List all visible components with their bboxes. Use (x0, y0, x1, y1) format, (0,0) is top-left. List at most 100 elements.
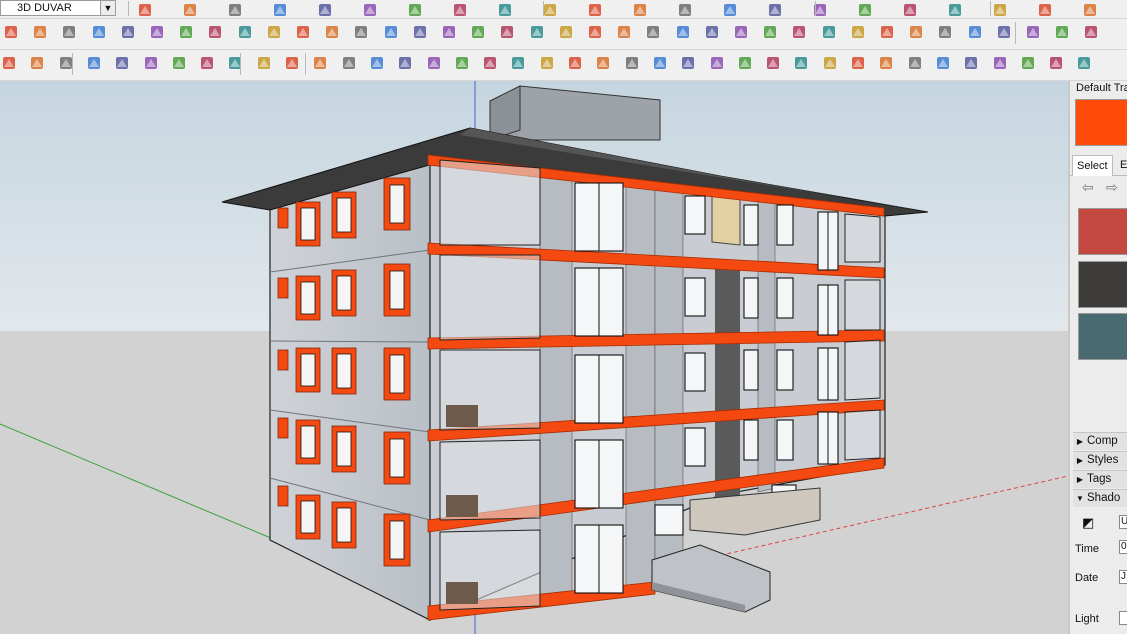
cross-icon[interactable] (323, 23, 341, 41)
move-icon[interactable] (406, 1, 424, 16)
target-icon[interactable] (586, 23, 604, 41)
info-icon[interactable] (283, 54, 301, 72)
tube-icon[interactable] (236, 23, 254, 41)
cup-icon[interactable] (615, 23, 633, 41)
tray-tags[interactable]: ▶ Tags (1073, 470, 1127, 488)
zoom-extents-icon[interactable] (766, 1, 784, 16)
arc-icon[interactable] (271, 1, 289, 16)
stamp-icon[interactable] (732, 23, 750, 41)
plus-circle-icon[interactable] (85, 54, 103, 72)
profile-icon[interactable] (1019, 54, 1037, 72)
redo-icon[interactable] (528, 23, 546, 41)
rectangle-icon[interactable] (316, 1, 334, 16)
stair-icon[interactable] (265, 23, 283, 41)
tab-select[interactable]: Select (1072, 155, 1113, 176)
export-icon[interactable] (1082, 23, 1100, 41)
spiral-icon[interactable] (481, 54, 499, 72)
fill-icon[interactable] (60, 23, 78, 41)
tile-icon[interactable] (849, 23, 867, 41)
rotate-arc-icon[interactable] (119, 23, 137, 41)
bezier-icon[interactable] (340, 54, 358, 72)
time-field[interactable]: 06 (1119, 540, 1127, 554)
paint-icon[interactable] (90, 23, 108, 41)
surface-icon[interactable] (2, 23, 20, 41)
scatter-icon[interactable] (878, 23, 896, 41)
grid-icon[interactable] (820, 23, 838, 41)
arc-tool-icon[interactable] (566, 54, 584, 72)
sandbox-icon[interactable] (856, 1, 874, 16)
tray-shadows[interactable]: ▼ Shado (1073, 489, 1127, 507)
home-view-icon[interactable] (1036, 1, 1054, 16)
rail-icon[interactable] (1047, 54, 1065, 72)
move-cross-icon[interactable] (352, 23, 370, 41)
layers-icon[interactable] (1081, 1, 1099, 16)
tray-components[interactable]: ▶ Comp (1073, 432, 1127, 450)
paint-bucket-icon[interactable] (361, 1, 379, 16)
wedge-icon[interactable] (708, 54, 726, 72)
solid-icon[interactable] (509, 54, 527, 72)
extrude-icon[interactable] (991, 54, 1009, 72)
model-viewport[interactable] (0, 81, 1068, 634)
forward-arrow-icon[interactable]: ⇨ (1106, 179, 1118, 196)
diagonal-icon[interactable] (934, 54, 952, 72)
back-arrow-icon[interactable]: ⇦ (1082, 179, 1094, 196)
hand-icon[interactable] (821, 54, 839, 72)
box-icon[interactable] (148, 23, 166, 41)
table-icon[interactable] (177, 23, 195, 41)
line-angle-icon[interactable] (594, 54, 612, 72)
material-red-tile[interactable] (1078, 208, 1127, 255)
pillar-icon[interactable] (736, 54, 754, 72)
sandbox-fill-icon[interactable] (0, 54, 18, 72)
shadow-icon[interactable] (901, 1, 919, 16)
paint-drop-icon[interactable] (498, 23, 516, 41)
cloud-icon[interactable] (198, 54, 216, 72)
brick-icon[interactable] (790, 23, 808, 41)
hatch-icon[interactable] (1075, 54, 1093, 72)
line-icon[interactable] (623, 54, 641, 72)
fill-tool-icon[interactable] (368, 54, 386, 72)
shadow-toggle-icon[interactable]: ◩ (1082, 515, 1094, 531)
group-icon[interactable] (1024, 23, 1042, 41)
scale-icon[interactable] (496, 1, 514, 16)
pattern-icon[interactable] (761, 23, 779, 41)
terrain-icon[interactable] (142, 54, 160, 72)
refresh-icon[interactable] (28, 54, 46, 72)
pencil-icon[interactable] (226, 1, 244, 16)
selected-material-swatch[interactable] (1075, 99, 1127, 146)
pan-icon[interactable] (676, 1, 694, 16)
rotate-icon[interactable] (451, 1, 469, 16)
furniture-icon[interactable] (206, 23, 224, 41)
frog-icon[interactable] (674, 23, 692, 41)
triangle-icon[interactable] (411, 23, 429, 41)
tray-styles[interactable]: ▶ Styles (1073, 451, 1127, 469)
material-stone[interactable] (1078, 313, 1127, 360)
leaf-icon[interactable] (849, 54, 867, 72)
curve-icon[interactable] (294, 23, 312, 41)
view-icon[interactable] (1053, 23, 1071, 41)
camera-icon[interactable] (946, 1, 964, 16)
toggle-icon[interactable] (966, 23, 984, 41)
material-shingle[interactable] (1078, 261, 1127, 308)
zoom-icon[interactable] (721, 1, 739, 16)
date-field[interactable]: J (1119, 570, 1127, 584)
warning-icon[interactable] (469, 23, 487, 41)
utc-dropdown[interactable]: U (1119, 515, 1127, 529)
building-model-drawing[interactable] (0, 81, 1068, 634)
gear-icon[interactable] (226, 54, 244, 72)
components-icon[interactable] (936, 23, 954, 41)
circle-tool-icon[interactable] (425, 54, 443, 72)
cut-icon[interactable] (396, 54, 414, 72)
sphere-icon[interactable] (538, 54, 556, 72)
plane-icon[interactable] (31, 23, 49, 41)
column-icon[interactable] (792, 54, 810, 72)
chevron-down-icon[interactable]: ▼ (100, 1, 115, 15)
select-icon[interactable] (136, 1, 154, 16)
orbit-icon[interactable] (631, 1, 649, 16)
undo-arc-icon[interactable] (644, 23, 662, 41)
roof-icon[interactable] (679, 54, 697, 72)
path-icon[interactable] (311, 54, 329, 72)
corner-icon[interactable] (651, 54, 669, 72)
warehouse-icon[interactable] (991, 1, 1009, 16)
light-slider[interactable] (1119, 611, 1127, 625)
mail-icon[interactable] (255, 54, 273, 72)
